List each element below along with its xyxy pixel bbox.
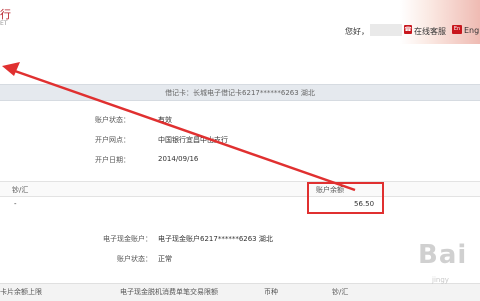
watermark-subtext: jingy <box>432 276 449 284</box>
col-offline-limit: 电子现金脱机消费单笔交易限额 <box>120 288 218 296</box>
card-title: 借记卡：长城电子借记卡6217******6263 湖北 <box>165 89 315 97</box>
col-cash-type: 钞/汇 <box>332 288 349 296</box>
online-service-link[interactable]: 在线客服 <box>414 26 446 37</box>
balance-highlight-box <box>307 182 384 214</box>
branch-value: 中国银行宜昌中山支行 <box>158 136 228 144</box>
card-info-bar: 借记卡：长城电子借记卡6217******6263 湖北 <box>0 84 480 101</box>
col-card-limit: 卡片余额上限 <box>0 288 42 296</box>
ecash-table-header <box>0 283 480 301</box>
bank-logo-subtext: ET <box>0 20 8 27</box>
open-date-label: 开户日期： <box>95 156 130 164</box>
col-currency: 币种 <box>264 288 278 296</box>
account-status-label: 账户状态： <box>95 116 130 124</box>
english-icon[interactable]: En <box>452 25 462 34</box>
balance-table-header <box>0 181 480 197</box>
ecash-status-label: 账户状态： <box>117 255 152 263</box>
open-date-value: 2014/09/16 <box>158 155 199 163</box>
customer-service-icon[interactable]: ☎ <box>404 25 412 34</box>
watermark-logo: Bai <box>418 240 468 270</box>
account-status-value: 有效 <box>158 116 172 124</box>
row-cash-value: - <box>14 200 17 208</box>
header-banner-image <box>400 0 480 44</box>
greeting-text: 您好， <box>345 27 369 36</box>
english-language-link[interactable]: English <box>464 26 480 35</box>
col-cash-header: 钞/汇 <box>12 186 29 194</box>
branch-label: 开户网点： <box>95 136 130 144</box>
username-redacted <box>370 24 402 36</box>
toolbar-strip <box>0 44 480 80</box>
ecash-account-label: 电子现金账户： <box>103 235 152 243</box>
ecash-status-value: 正常 <box>158 255 172 263</box>
ecash-account-value: 电子现金账户6217******6263 湖北 <box>158 235 273 243</box>
